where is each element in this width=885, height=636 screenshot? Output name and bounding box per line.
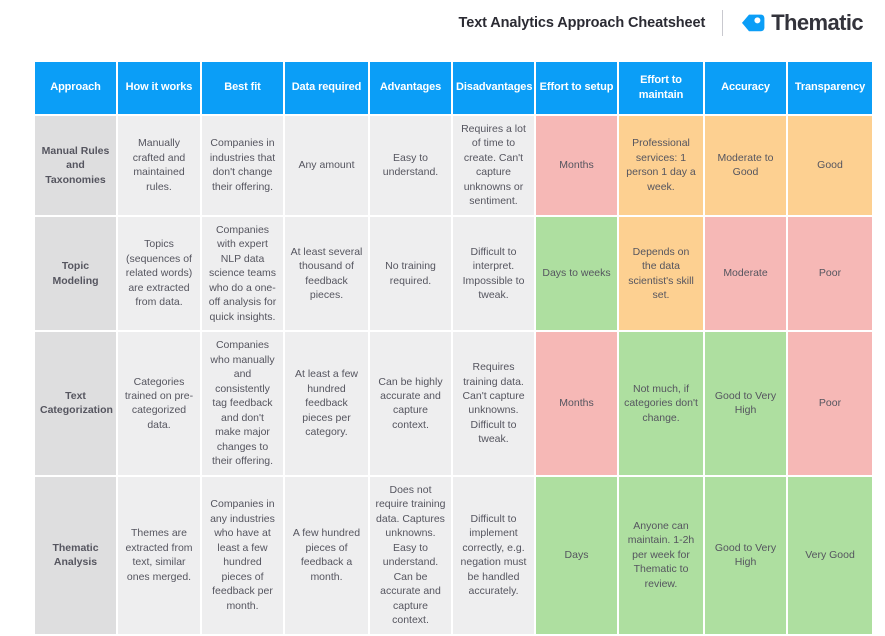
cell-advantages: Easy to understand.	[370, 116, 451, 215]
column-header-effort-to-maintain[interactable]: Effort to maintain	[619, 62, 703, 114]
cell-how-it-works: Themes are extracted from text, similar …	[118, 476, 200, 634]
cell-effort-to-maintain: Depends on the data scientist's skill se…	[619, 216, 703, 331]
cell-transparency: Very Good	[788, 476, 872, 634]
cheatsheet-table: Approach How it works Best fit Data requ…	[33, 60, 874, 636]
cell-best-fit: Companies in any industries who have at …	[202, 476, 283, 634]
cell-effort-to-setup: Days to weeks	[536, 216, 617, 331]
cell-disadvantages: Difficult to interpret. Impossible to tw…	[453, 216, 534, 331]
table-header-row: Approach How it works Best fit Data requ…	[35, 62, 872, 114]
cell-accuracy: Good to Very High	[705, 332, 786, 475]
brand-logo: Thematic	[740, 9, 864, 35]
table-row: Manual Rules and Taxonomies Manually cra…	[35, 116, 872, 215]
column-header-data-required[interactable]: Data required	[285, 62, 368, 114]
cell-effort-to-maintain: Anyone can maintain. 1-2h per week for T…	[619, 476, 703, 634]
column-header-effort-to-setup[interactable]: Effort to setup	[536, 62, 617, 114]
cell-advantages: Does not require training data. Captures…	[370, 476, 451, 634]
page-title: Text Analytics Approach Cheatsheet	[458, 14, 706, 31]
column-header-disadvantages[interactable]: Disadvantages	[453, 62, 534, 114]
column-header-transparency[interactable]: Transparency	[788, 62, 872, 114]
cell-best-fit: Companies who manually and consistently …	[202, 332, 283, 475]
column-header-approach[interactable]: Approach	[35, 62, 116, 114]
cell-approach: Thematic Analysis	[35, 476, 116, 634]
cell-best-fit: Companies in industries that don't chang…	[202, 116, 283, 215]
cell-data-required: Any amount	[285, 116, 368, 215]
cell-effort-to-setup: Months	[536, 116, 617, 215]
cell-effort-to-setup: Days	[536, 476, 617, 634]
table-header: Approach How it works Best fit Data requ…	[35, 62, 872, 114]
cell-advantages: No training required.	[370, 216, 451, 331]
header-divider	[722, 9, 724, 36]
cell-transparency: Poor	[788, 216, 872, 331]
cell-data-required: At least several thousand of feedback pi…	[285, 216, 368, 331]
cell-disadvantages: Requires training data. Can't capture un…	[453, 332, 534, 475]
cell-best-fit: Companies with expert NLP data science t…	[202, 216, 283, 331]
brand-name: Thematic	[771, 9, 863, 35]
page-header: Text Analytics Approach Cheatsheet Thema…	[0, 0, 885, 45]
table-row: Thematic Analysis Themes are extracted f…	[35, 476, 872, 634]
cell-approach: Topic Modeling	[35, 216, 116, 331]
cell-approach: Text Categorization	[35, 332, 116, 475]
cell-data-required: At least a few hundred feedback pieces p…	[285, 332, 368, 475]
thematic-tag-logo-icon	[742, 14, 765, 31]
table-row: Text Categorization Categories trained o…	[35, 332, 872, 475]
column-header-accuracy[interactable]: Accuracy	[705, 62, 786, 114]
cell-effort-to-maintain: Not much, if categories don't change.	[619, 332, 703, 475]
cell-accuracy: Good to Very High	[705, 476, 786, 634]
cell-data-required: A few hundred pieces of feedback a month…	[285, 476, 368, 634]
cell-transparency: Good	[788, 116, 872, 215]
column-header-how-it-works[interactable]: How it works	[118, 62, 200, 114]
cell-effort-to-maintain: Professional services: 1 person 1 day a …	[619, 116, 703, 215]
cell-accuracy: Moderate	[705, 216, 786, 331]
table-row: Topic Modeling Topics (sequences of rela…	[35, 216, 872, 331]
column-header-best-fit[interactable]: Best fit	[202, 62, 283, 114]
cell-how-it-works: Topics (sequences of related words) are …	[118, 216, 200, 331]
cell-approach: Manual Rules and Taxonomies	[35, 116, 116, 215]
cell-disadvantages: Requires a lot of time to create. Can't …	[453, 116, 534, 215]
cell-advantages: Can be highly accurate and capture conte…	[370, 332, 451, 475]
cell-how-it-works: Categories trained on pre-categorized da…	[118, 332, 200, 475]
cell-disadvantages: Difficult to implement correctly, e.g. n…	[453, 476, 534, 634]
table-body: Manual Rules and Taxonomies Manually cra…	[35, 116, 872, 634]
cell-transparency: Poor	[788, 332, 872, 475]
cell-how-it-works: Manually crafted and maintained rules.	[118, 116, 200, 215]
cell-accuracy: Moderate to Good	[705, 116, 786, 215]
column-header-advantages[interactable]: Advantages	[370, 62, 451, 114]
cell-effort-to-setup: Months	[536, 332, 617, 475]
